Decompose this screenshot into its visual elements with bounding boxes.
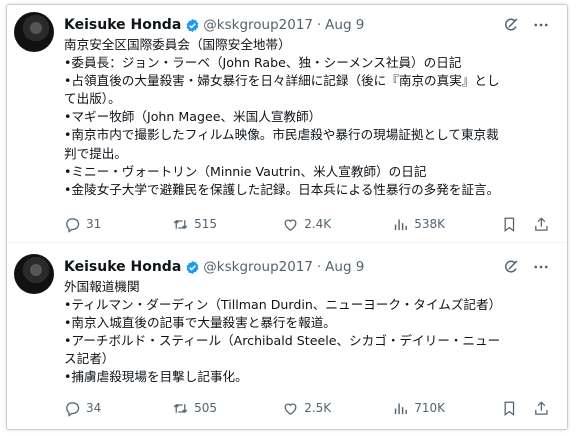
timestamp[interactable]: Aug 9	[325, 17, 364, 33]
reply-icon	[66, 401, 80, 417]
views-button[interactable]: 538K	[392, 216, 490, 233]
views-chart-icon	[395, 403, 408, 414]
avatar[interactable]	[14, 12, 54, 52]
action-bar: 31 515 2.4K 538K	[64, 214, 550, 234]
tweet-line: •アーチボルド・スティール（Archibald Steele、シカゴ・デイリー・…	[64, 333, 501, 349]
tweet-line: •マギー牧師（John Magee、米国人宣教師）	[64, 109, 322, 125]
tweet-line: ス記者）	[64, 351, 115, 367]
reply-icon	[66, 217, 80, 233]
tweet-line: •委員長：ジョン・ラーベ（John Rabe、独・シーメンス社員）の日記	[64, 55, 462, 71]
tweet-header: Keisuke Honda @kskgroup2017 · Aug 9	[64, 14, 554, 36]
like-button[interactable]: 2.5K	[282, 400, 392, 417]
tweet-line: •金陵女子大学で避難民を保護した記録。日本兵による性暴行の多発を証言。	[64, 181, 500, 197]
action-bar: 34 505 2.5K 710K	[64, 398, 550, 418]
like-count: 2.4K	[304, 217, 332, 231]
bookmark-icon[interactable]	[501, 216, 518, 233]
views-button[interactable]: 710K	[392, 400, 490, 417]
retweet-count: 505	[194, 401, 218, 415]
grok-icon[interactable]	[502, 258, 520, 276]
reply-count: 34	[86, 401, 102, 415]
retweet-icon	[173, 219, 188, 229]
view-count: 710K	[414, 401, 446, 415]
tweet-line: •ティルマン・ダーディン（Tillman Durdin、ニューヨーク・タイムズ記…	[64, 297, 502, 313]
timestamp[interactable]: Aug 9	[325, 259, 364, 275]
grok-icon[interactable]	[502, 16, 520, 34]
bookmark-icon[interactable]	[501, 400, 518, 417]
separator-dot: ·	[317, 17, 322, 33]
verified-badge-icon	[186, 18, 199, 32]
like-count: 2.5K	[304, 401, 332, 415]
reply-button[interactable]: 31	[64, 216, 172, 233]
heart-icon	[284, 219, 297, 231]
avatar[interactable]	[14, 254, 54, 294]
tweet-text: 外国報道機関 •ティルマン・ダーディン（Tillman Durdin、ニューヨー…	[64, 278, 550, 387]
tweet-line: •南京入城直後の記事で大量殺害と暴行を報道。	[64, 315, 336, 331]
reply-button[interactable]: 34	[64, 400, 172, 417]
tweet-divider	[7, 242, 567, 243]
tweet-line: •占領直後の大量殺害・婦女暴行を日々詳細に記録（後に『南京の真実』とし	[64, 73, 500, 89]
tweet-header: Keisuke Honda @kskgroup2017 · Aug 9	[64, 256, 554, 278]
share-icon[interactable]	[533, 216, 550, 233]
views-chart-icon	[395, 219, 408, 230]
reply-count: 31	[86, 217, 102, 231]
view-count: 538K	[414, 217, 446, 231]
verified-badge-icon	[186, 260, 199, 274]
more-options-icon[interactable]	[532, 258, 550, 276]
heart-icon	[284, 403, 297, 415]
retweet-button[interactable]: 505	[172, 400, 282, 417]
more-options-icon[interactable]	[532, 16, 550, 34]
tweet-line: •南京市内で撮影したフィルム映像。市民虐殺や暴行の現場証拠として東京裁	[64, 127, 499, 143]
retweet-button[interactable]: 515	[172, 216, 282, 233]
author-name[interactable]: Keisuke Honda	[64, 17, 181, 33]
author-handle[interactable]: @kskgroup2017	[203, 259, 313, 275]
tweet-line: て出版）。	[64, 91, 121, 107]
separator-dot: ·	[317, 259, 322, 275]
tweet-line: 外国報道機関	[64, 279, 140, 294]
tweet-line: 南京安全区国際委員会（国際安全地帯）	[64, 37, 291, 52]
like-button[interactable]: 2.4K	[282, 216, 392, 233]
author-handle[interactable]: @kskgroup2017	[203, 17, 313, 33]
author-name[interactable]: Keisuke Honda	[64, 259, 181, 275]
retweet-count: 515	[194, 217, 218, 231]
tweet-text: 南京安全区国際委員会（国際安全地帯） •委員長：ジョン・ラーベ（John Rab…	[64, 36, 550, 199]
tweet-line: 判で提出。	[64, 145, 127, 161]
tweet-line: •捕虜虐殺現場を目撃し記事化。	[64, 369, 248, 385]
share-icon[interactable]	[533, 400, 550, 417]
tweet-line: •ミニー・ヴォートリン（Minnie Vautrin、米人宣教師）の日記	[64, 163, 427, 179]
retweet-icon	[173, 403, 188, 413]
